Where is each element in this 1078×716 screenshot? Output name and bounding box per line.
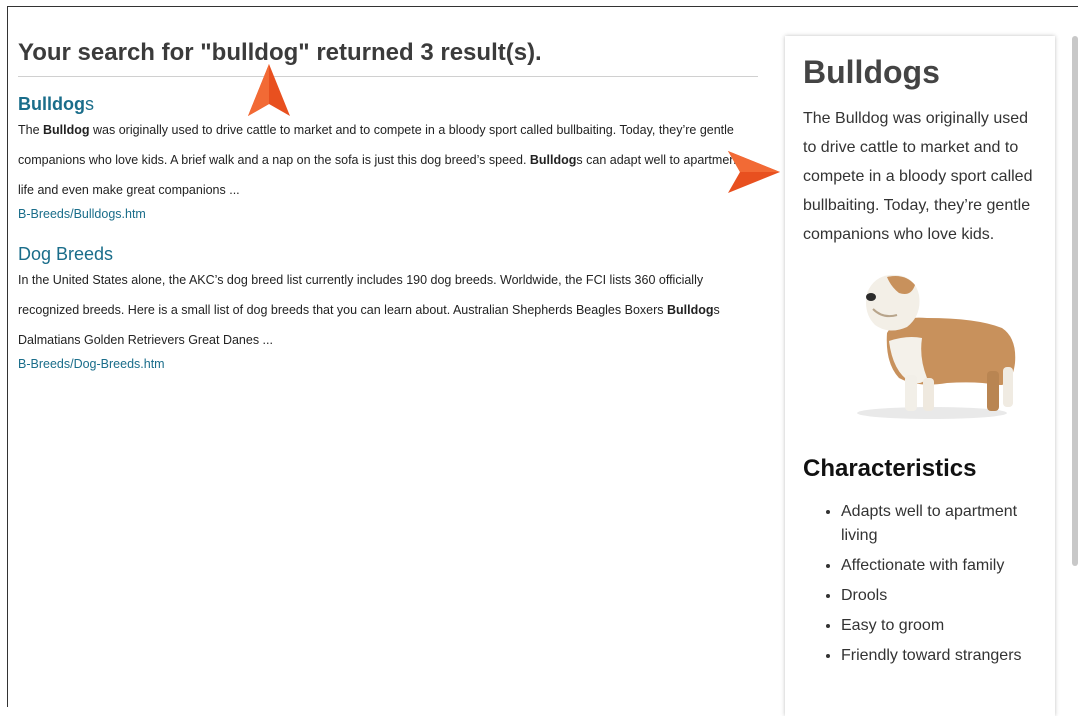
characteristic-item: Drools (841, 584, 1037, 608)
sidebar-title: Bulldogs (803, 54, 940, 90)
page-scrollbar[interactable] (1072, 36, 1078, 566)
result-title-link[interactable]: Bulldogs (18, 93, 758, 115)
snippet-text: In the United States alone, the AKC’s do… (18, 273, 704, 317)
characteristic-item: Friendly toward strangers (841, 644, 1037, 668)
sidebar-description: The Bulldog was originally used to drive… (803, 110, 1033, 243)
arrow-pointer-up-icon (248, 64, 290, 116)
characteristic-item: Adapts well to apartment living (841, 500, 1037, 548)
characteristic-item: Affectionate with family (841, 554, 1037, 578)
search-result: Dog Breeds In the United States alone, t… (18, 243, 758, 373)
breed-info-sidebar: Bulldogs The Bulldog was originally used… (785, 36, 1055, 716)
result-snippet: The Bulldog was originally used to drive… (18, 115, 758, 205)
snippet-highlight: Bulldog (529, 153, 577, 167)
result-title-highlight: Bulldog (18, 94, 85, 114)
search-results-panel: Your search for "bulldog" returned 3 res… (18, 38, 758, 373)
characteristic-item: Easy to groom (841, 614, 1037, 638)
result-url-link[interactable]: B-Breeds/Bulldogs.htm (18, 205, 758, 223)
bulldog-image (857, 274, 1016, 419)
result-title-rest: s (84, 94, 94, 114)
arrow-pointer-right-icon (728, 151, 780, 193)
search-result: Bulldogs The Bulldog was originally used… (18, 93, 758, 223)
result-url-link[interactable]: B-Breeds/Dog-Breeds.htm (18, 355, 758, 373)
search-results-heading: Your search for "bulldog" returned 3 res… (18, 38, 758, 77)
characteristics-list: Adapts well to apartment living Affectio… (803, 500, 1037, 668)
snippet-highlight: Bulldog (43, 123, 90, 137)
snippet-text: The (18, 123, 44, 137)
result-title-link[interactable]: Dog Breeds (18, 243, 758, 265)
characteristics-heading: Characteristics (803, 455, 977, 482)
result-title-rest: Dog Breeds (18, 244, 114, 264)
result-snippet: In the United States alone, the AKC’s do… (18, 265, 758, 355)
snippet-highlight: Bulldog (667, 303, 714, 317)
